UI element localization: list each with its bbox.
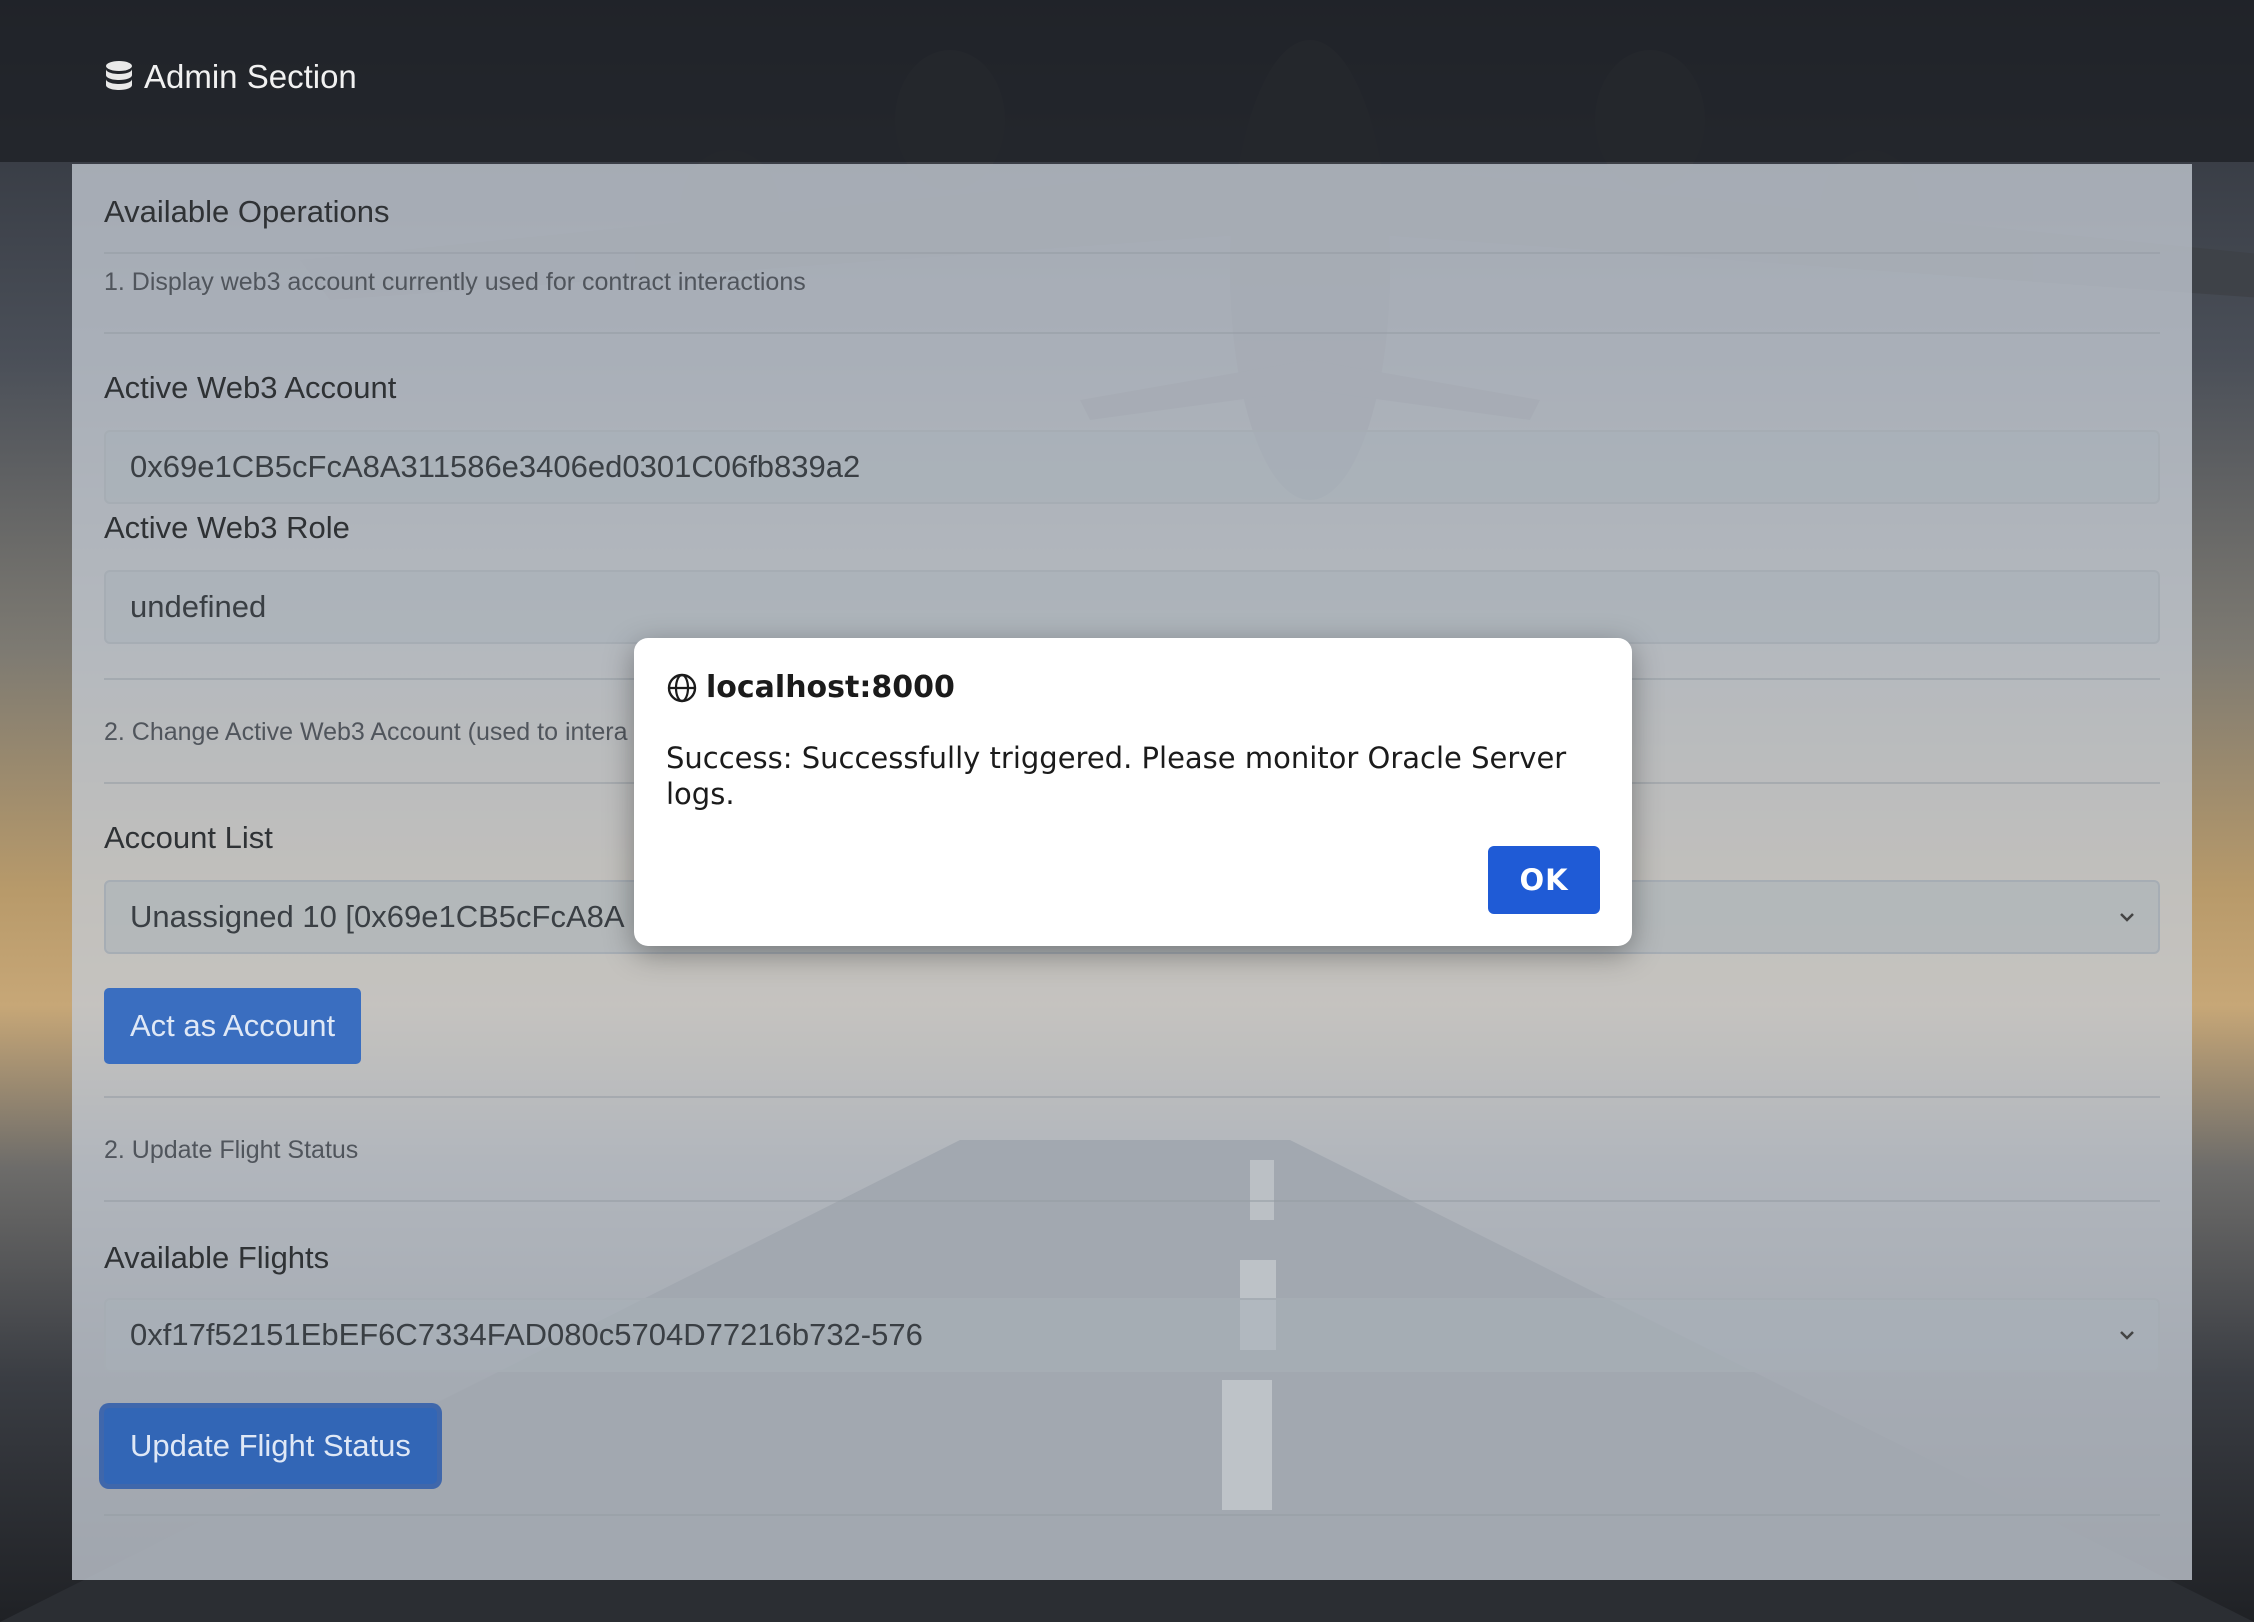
dialog-overlay: localhost:8000 Success: Successfully tri… — [0, 0, 2254, 1622]
dialog-header: localhost:8000 — [666, 670, 955, 705]
globe-icon — [667, 673, 697, 702]
alert-dialog: localhost:8000 Success: Successfully tri… — [634, 638, 1632, 946]
dialog-origin: localhost:8000 — [706, 670, 955, 705]
ok-button[interactable]: OK — [1488, 846, 1600, 914]
dialog-message: Success: Successfully triggered. Please … — [666, 741, 1567, 811]
